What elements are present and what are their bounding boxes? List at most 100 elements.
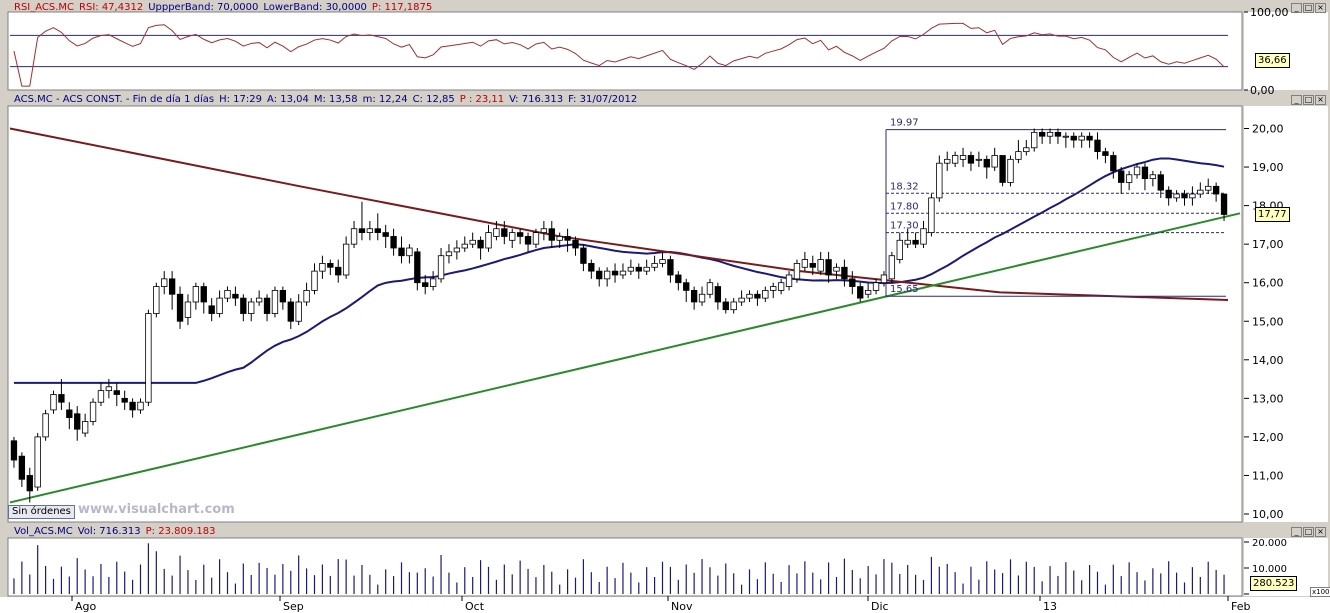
candle-body	[754, 293, 761, 299]
rsi-minimize-button[interactable]: _	[1291, 3, 1302, 13]
volume-title-value: Vol: 716.313	[77, 526, 141, 537]
candle-body	[1205, 185, 1212, 191]
candle-body	[1062, 135, 1070, 138]
rsi-maximize-button[interactable]: □	[1303, 3, 1314, 13]
candle-body	[1015, 151, 1022, 160]
candle-body	[18, 455, 26, 480]
candle-body	[255, 297, 263, 303]
candle-body	[1157, 174, 1164, 191]
candle-body	[97, 390, 105, 403]
rsi-close-button[interactable]: ×	[1315, 3, 1326, 13]
x-axis-area	[0, 597, 1330, 613]
candle-body	[936, 162, 943, 199]
candle-body	[1141, 166, 1149, 180]
candle-body	[770, 286, 777, 291]
candle-body	[477, 239, 484, 249]
candle-body	[944, 158, 951, 164]
candle-body	[1078, 135, 1085, 141]
volume-minimize-button[interactable]: _	[1291, 527, 1302, 537]
candle-body	[429, 278, 437, 287]
price-tick-label: 14,00	[1252, 354, 1284, 367]
watermark: www.visualchart.com	[78, 502, 235, 517]
candle-body	[975, 158, 983, 161]
candle-body	[42, 413, 49, 438]
candle-body	[422, 282, 429, 287]
x-axis-label: Dic	[871, 600, 889, 613]
candle-body	[303, 290, 310, 303]
fib-level-label: 17.80	[890, 201, 919, 212]
candle-body	[176, 293, 184, 322]
x-axis-label: Feb	[1231, 600, 1250, 613]
price-title-low: m: 12,24	[362, 94, 408, 105]
candle-body	[74, 413, 81, 430]
price-title-date: F: 31/07/2012	[568, 94, 638, 105]
candle-body	[548, 228, 555, 241]
candle-body	[564, 236, 571, 241]
candle-body	[1094, 139, 1101, 153]
candle-body	[319, 263, 326, 272]
candle-body	[374, 228, 381, 233]
volume-title-bar: Vol_ACS.MC Vol: 716.313 P: 23.809.183	[0, 524, 1240, 540]
candle-body	[793, 263, 801, 280]
candle-body	[137, 401, 144, 411]
candle-body	[105, 386, 113, 392]
price-close-button[interactable]: ×	[1315, 95, 1326, 105]
candle-body	[841, 266, 848, 280]
candle-body	[1189, 193, 1196, 199]
candle-body	[762, 290, 769, 299]
candle-body	[825, 259, 832, 276]
candle-body	[1125, 174, 1133, 183]
x-axis-label: Nov	[671, 600, 693, 613]
candle-body	[920, 228, 927, 245]
candle-body	[777, 282, 785, 291]
candle-body	[524, 236, 532, 245]
candle-body	[216, 297, 223, 314]
volume-scale-badge[interactable]: x100	[1310, 587, 1330, 597]
candle-body	[1220, 193, 1228, 215]
price-tick-label: 16,00	[1252, 277, 1284, 290]
candle-body	[327, 263, 334, 268]
price-minimize-button[interactable]: _	[1291, 95, 1302, 105]
candle-body	[690, 290, 698, 303]
price-tick-label: 19,00	[1252, 161, 1284, 174]
x-axis-label: Ago	[75, 600, 97, 613]
candle-body	[382, 232, 389, 237]
rsi-title-name: RSI_ACS.MC	[14, 2, 75, 13]
candle-body	[263, 297, 271, 314]
price-tick-label: 11,00	[1252, 469, 1284, 482]
rsi-tick-label: 100,00	[1250, 6, 1289, 19]
price-maximize-button[interactable]: □	[1303, 95, 1314, 105]
volume-close-button[interactable]: ×	[1315, 527, 1326, 537]
candle-body	[89, 401, 97, 422]
candle-body	[50, 394, 57, 411]
candle-body	[509, 232, 516, 241]
candle-body	[406, 247, 413, 257]
candle-body	[358, 228, 366, 233]
candle-body	[279, 290, 287, 303]
candle-body	[1031, 131, 1038, 149]
candle-body	[271, 290, 279, 314]
candle-body	[888, 255, 896, 280]
candle-body	[1023, 147, 1030, 153]
candle-body	[145, 313, 152, 403]
price-title-time: H: 17:29	[219, 94, 262, 105]
candle-body	[34, 436, 41, 488]
candle-body	[240, 297, 247, 314]
volume-current-value: 280.523	[1250, 576, 1298, 591]
sin-ordenes-button[interactable]: Sin órdenes	[8, 505, 75, 519]
candle-body	[66, 409, 73, 419]
candle-body	[611, 270, 619, 276]
candle-body	[722, 301, 729, 311]
candle-body	[121, 397, 128, 403]
candle-body	[967, 155, 975, 164]
candle-body	[1070, 135, 1077, 141]
candle-body	[1086, 135, 1093, 141]
volume-maximize-button[interactable]: □	[1303, 527, 1314, 537]
candle-body	[785, 274, 793, 287]
volume-plot-area	[7, 537, 1243, 597]
candle-body	[683, 282, 690, 291]
candle-body	[469, 239, 476, 245]
candle-body	[714, 286, 722, 303]
candle-body	[659, 259, 666, 264]
price-current-value: 17,77	[1255, 207, 1290, 222]
